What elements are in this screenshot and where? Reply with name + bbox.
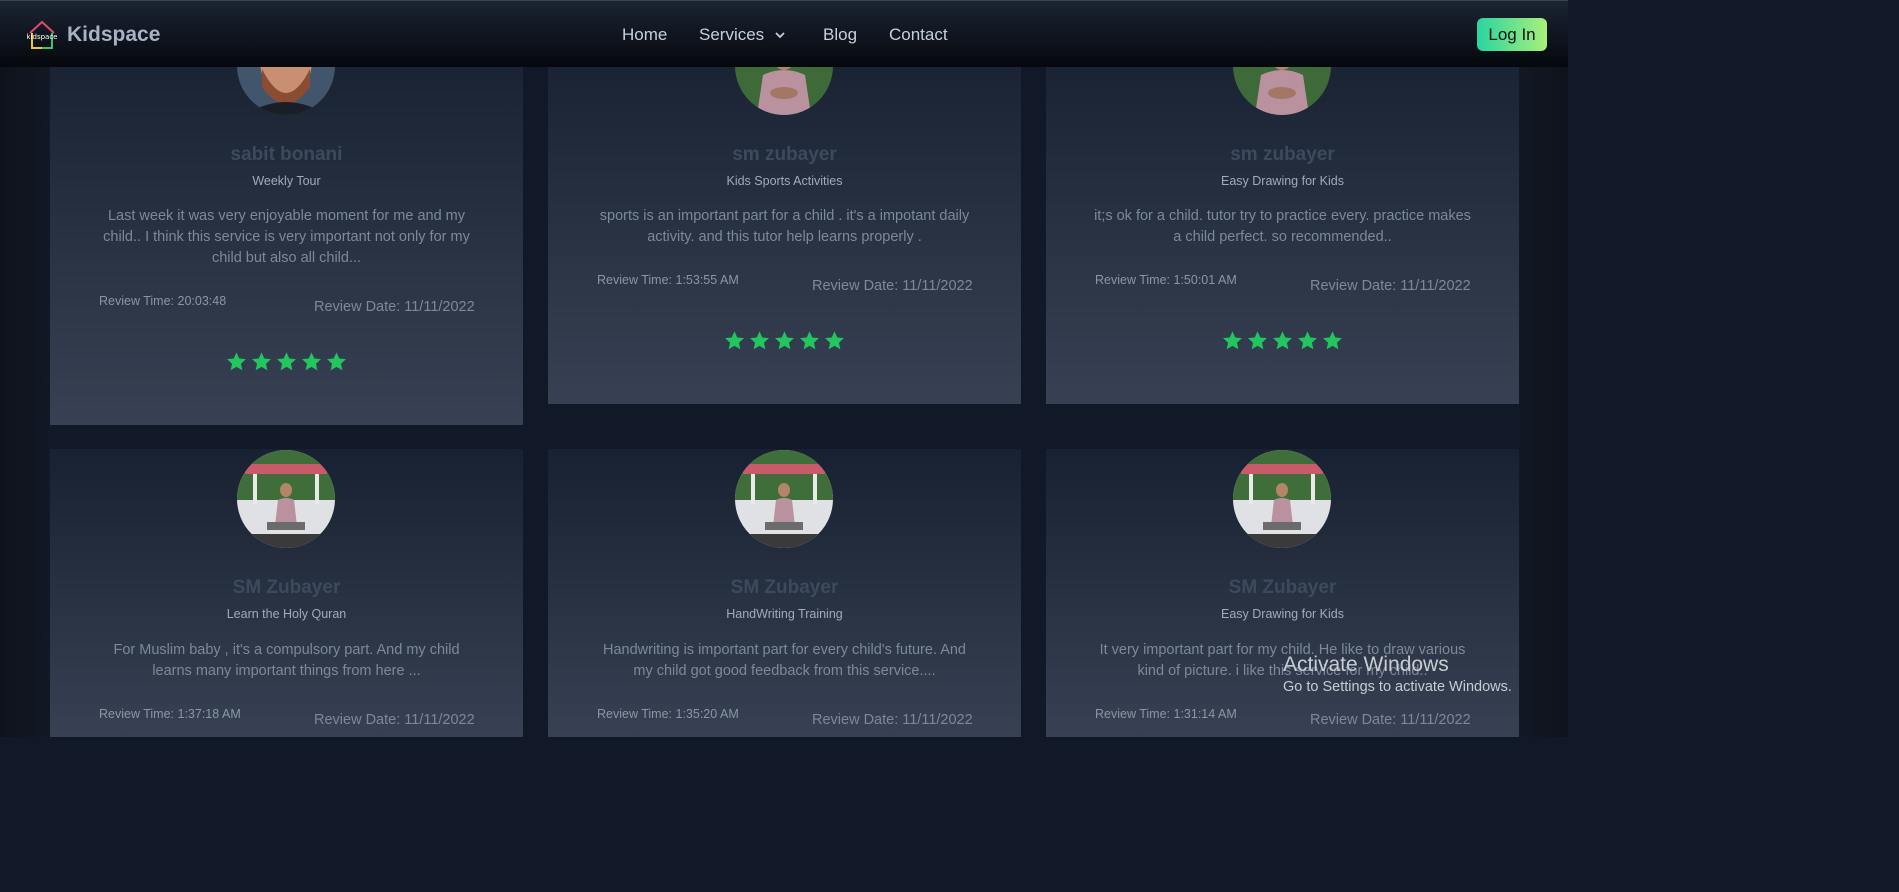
house-logo-icon[interactable]: kidspace (26, 19, 58, 51)
review-text: it;s ok for a child. tutor try to practi… (1094, 208, 1471, 245)
service-name: Easy Drawing for Kids (1221, 174, 1344, 188)
star-icon (227, 352, 246, 371)
reviewer-name: sm zubayer (732, 144, 837, 165)
left-gutter (0, 67, 50, 737)
review-card: sm zubayer Kids Sports Activities sports… (548, 40, 1021, 404)
review-date: Review Date: 11/11/2022 (1310, 712, 1471, 728)
star-icon (327, 352, 346, 371)
login-button[interactable]: Log In (1477, 18, 1547, 51)
review-time: Review Time: 1:35:20 AM (597, 707, 739, 721)
review-card: sm zubayer Easy Drawing for Kids it;s ok… (1046, 40, 1519, 404)
rating-stars (50, 351, 523, 377)
review-text: For Muslim baby , it's a compulsory part… (113, 642, 460, 679)
nav-link-services[interactable]: Services (699, 25, 764, 45)
reviewer-name: SM Zubayer (1228, 577, 1337, 598)
star-icon (825, 331, 844, 350)
rating-stars (548, 330, 1021, 356)
star-icon (302, 352, 321, 371)
review-date: Review Date: 11/11/2022 (314, 712, 475, 728)
watermark-subtitle: Go to Settings to activate Windows. (1283, 679, 1512, 695)
star-icon (277, 352, 296, 371)
service-name: HandWriting Training (726, 607, 843, 621)
nav-link-home[interactable]: Home (622, 25, 667, 45)
star-icon (750, 331, 769, 350)
right-gutter (1518, 67, 1568, 737)
review-date: Review Date: 11/11/2022 (812, 712, 973, 728)
review-text: Last week it was very enjoyable moment f… (103, 208, 470, 266)
reviewer-name: SM Zubayer (730, 577, 839, 598)
star-icon (252, 352, 271, 371)
chevron-down-icon[interactable] (773, 28, 787, 42)
brand-name[interactable]: Kidspace (67, 23, 160, 47)
star-icon (1323, 331, 1342, 350)
star-icon (1248, 331, 1267, 350)
star-icon (1273, 331, 1292, 350)
service-name: Kids Sports Activities (726, 174, 843, 188)
review-time: Review Time: 1:53:55 AM (597, 273, 739, 287)
reviewer-avatar (735, 450, 833, 548)
navbar: kidspace Kidspace Home Services Blog Con… (0, 0, 1568, 67)
review-card: sabit bonani Weekly Tour Last week it wa… (50, 40, 523, 425)
nav-link-contact[interactable]: Contact (889, 25, 948, 45)
watermark-title: Activate Windows (1283, 653, 1449, 676)
review-time: Review Time: 1:31:14 AM (1095, 707, 1237, 721)
activate-windows-watermark: Activate Windows Go to Settings to activ… (1283, 653, 1512, 695)
star-icon (775, 331, 794, 350)
review-text: sports is an important part for a child … (599, 208, 970, 245)
review-time: Review Time: 1:50:01 AM (1095, 273, 1237, 287)
reviewer-avatar (1233, 450, 1331, 548)
review-date: Review Date: 11/11/2022 (812, 278, 973, 294)
review-time: Review Time: 20:03:48 (99, 294, 227, 308)
review-card: SM Zubayer HandWriting Training Handwrit… (548, 449, 1021, 737)
service-name: Easy Drawing for Kids (1221, 607, 1344, 621)
star-icon (1223, 331, 1242, 350)
star-icon (725, 331, 744, 350)
review-card: SM Zubayer Learn the Holy Quran For Musl… (50, 449, 523, 737)
review-date: Review Date: 11/11/2022 (314, 299, 475, 315)
review-text: Handwriting is important part for every … (602, 642, 967, 679)
reviewer-name: sabit bonani (230, 144, 343, 165)
reviewer-name: SM Zubayer (232, 577, 341, 598)
service-name: Weekly Tour (252, 174, 321, 188)
service-name: Learn the Holy Quran (226, 607, 347, 621)
star-icon (1298, 331, 1317, 350)
logo-text: kidspace (27, 33, 58, 41)
reviewer-avatar (237, 450, 335, 548)
reviewer-name: sm zubayer (1230, 144, 1335, 165)
review-time: Review Time: 1:37:18 AM (99, 707, 241, 721)
nav-link-blog[interactable]: Blog (823, 25, 857, 45)
rating-stars (1046, 330, 1519, 356)
star-icon (800, 331, 819, 350)
review-date: Review Date: 11/11/2022 (1310, 278, 1471, 294)
